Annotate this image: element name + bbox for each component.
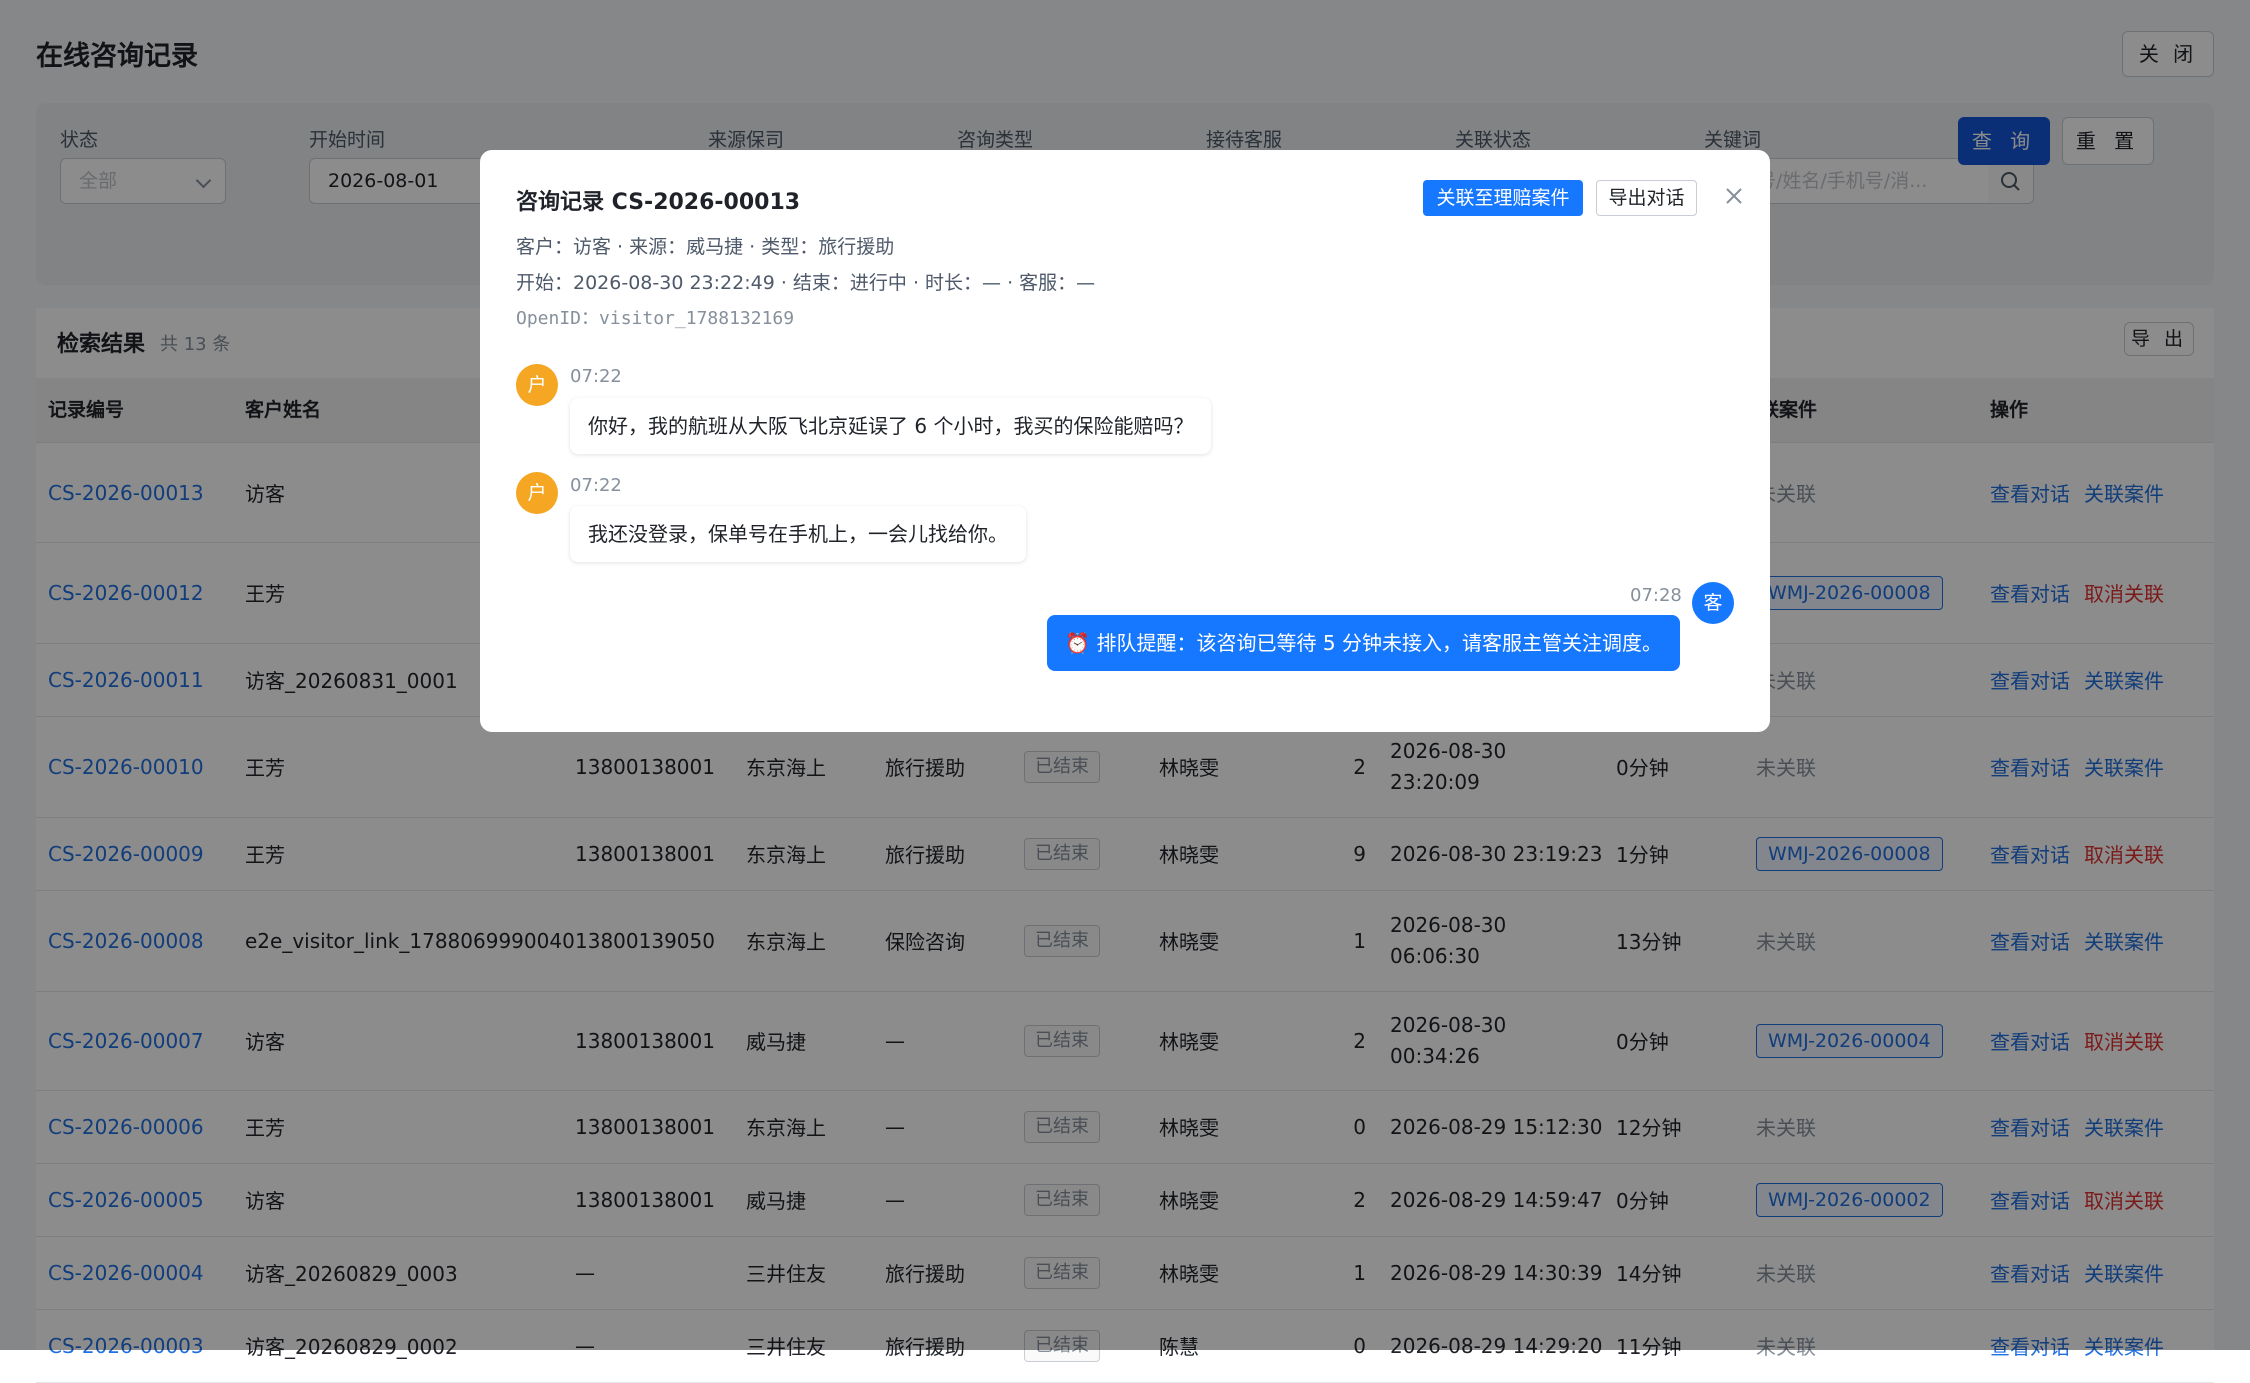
export-chat-button[interactable]: 导出对话 xyxy=(1596,180,1697,216)
close-icon xyxy=(1726,188,1742,204)
modal-meta-customer: 客户：访客 · 来源：威马捷 · 类型：旅行援助 xyxy=(516,236,895,258)
modal-meta-time: 开始：2026-08-30 23:22:49 · 结束：进行中 · 时长：— ·… xyxy=(516,272,1096,294)
consult-detail-modal: 咨询记录 CS-2026-00013 关联至理赔案件 导出对话 客户：访客 · … xyxy=(480,150,1770,732)
modal-meta-openid: OpenID：visitor_1788132169 xyxy=(516,308,795,329)
modal-close-button[interactable] xyxy=(1720,182,1748,210)
message-time: 07:22 xyxy=(570,475,622,496)
modal-title: 咨询记录 CS-2026-00013 xyxy=(516,190,801,215)
message-bubble-agent: ⏰ 排队提醒：该咨询已等待 5 分钟未接入，请客服主管关注调度。 xyxy=(1047,615,1680,671)
message-time: 07:28 xyxy=(1630,585,1682,606)
customer-avatar: 户 xyxy=(516,364,558,406)
message-time: 07:22 xyxy=(570,366,622,387)
customer-avatar: 户 xyxy=(516,472,558,514)
link-claim-case-button[interactable]: 关联至理赔案件 xyxy=(1423,180,1583,216)
message-bubble-customer: 你好，我的航班从大阪飞北京延误了 6 个小时，我买的保险能赔吗？ xyxy=(570,398,1212,454)
agent-avatar: 客 xyxy=(1692,582,1734,624)
message-bubble-customer: 我还没登录，保单号在手机上，一会儿找给你。 xyxy=(570,506,1026,562)
